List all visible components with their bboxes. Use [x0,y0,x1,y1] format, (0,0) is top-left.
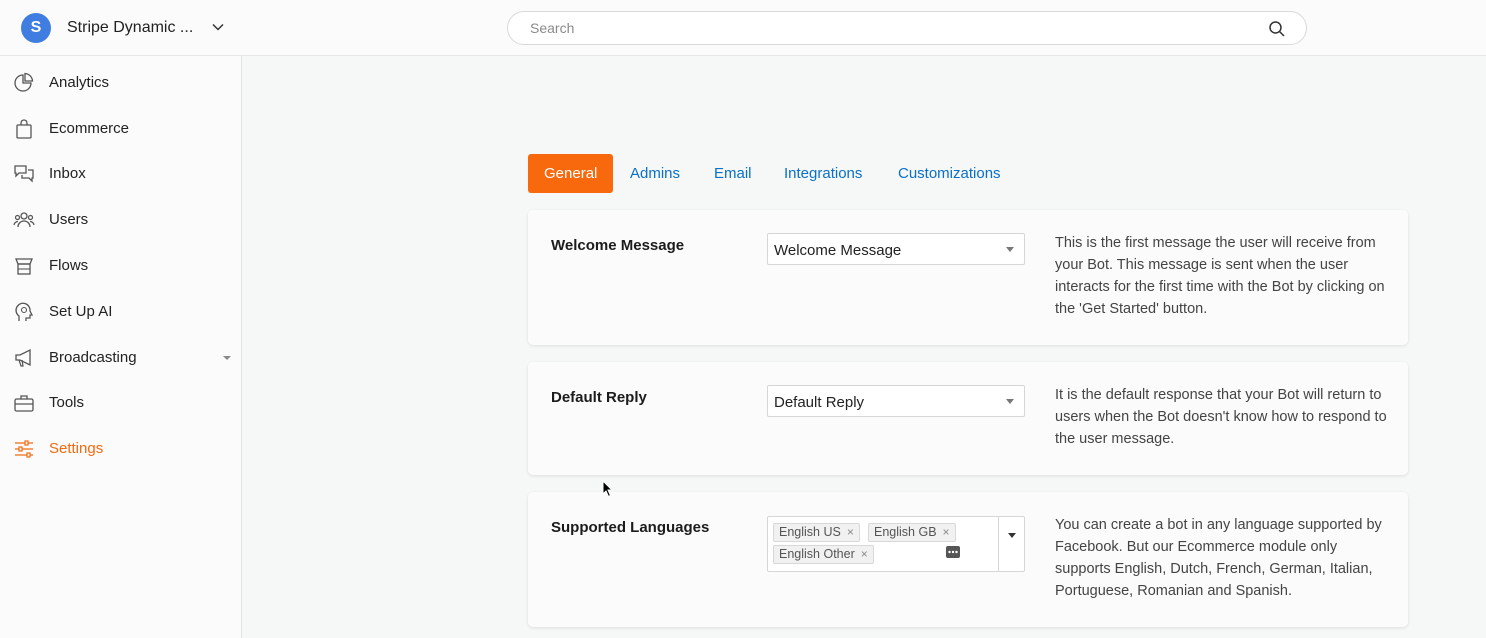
caret-down-icon[interactable] [223,356,231,360]
sidebar-item-inbox[interactable]: Inbox [0,154,241,194]
chip-label: English Other [779,547,855,561]
language-chip: English Other × [773,545,874,564]
users-icon [13,212,35,228]
workspace-avatar[interactable]: S [21,13,51,43]
toolbox-icon [14,395,34,412]
sidebar-item-ecommerce[interactable]: Ecommerce [0,109,241,149]
sidebar-item-settings[interactable]: Settings [0,429,241,469]
caret-down-icon [1006,399,1014,404]
welcome-message-select[interactable]: Welcome Message [767,233,1025,265]
mouse-cursor-icon [602,480,614,498]
chat-bubbles-icon [14,165,34,183]
welcome-message-card: Welcome Message Welcome Message This is … [528,210,1408,345]
megaphone-icon [15,348,31,367]
top-bar: S Stripe Dynamic ... [0,0,1486,56]
card-title: Supported Languages [551,519,710,536]
ai-head-icon [15,302,34,321]
remove-chip-icon[interactable]: × [943,525,950,539]
chip-label: English US [779,525,841,539]
tab-admins[interactable]: Admins [630,154,680,193]
pie-chart-icon [14,72,34,92]
supported-languages-card: Supported Languages English US × English … [528,492,1408,627]
shopping-bag-icon [16,119,32,139]
tab-general[interactable]: General [528,154,614,193]
card-title: Default Reply [551,389,647,406]
sidebar-item-label: Settings [49,440,104,457]
tab-email[interactable]: Email [714,154,752,193]
search-input[interactable] [530,12,1250,44]
sidebar-item-label: Flows [49,257,89,274]
sidebar: Analytics Ecommerce Inbox Users Flows Se… [0,56,242,638]
sidebar-item-label: Set Up AI [49,303,113,320]
search-bar [507,11,1307,45]
chevron-down-icon[interactable] [211,20,225,34]
chip-label: English GB [874,525,937,539]
tab-customizations[interactable]: Customizations [898,154,1001,193]
default-reply-select[interactable]: Default Reply [767,385,1025,417]
sidebar-item-label: Inbox [49,165,86,182]
card-description: This is the first message the user will … [1055,235,1385,317]
sidebar-item-label: Ecommerce [49,120,130,137]
sidebar-item-label: Analytics [49,74,110,91]
default-reply-card: Default Reply Default Reply It is the de… [528,362,1408,475]
tab-integrations[interactable]: Integrations [784,154,862,193]
remove-chip-icon[interactable]: × [861,547,868,561]
sidebar-item-label: Tools [49,394,85,411]
sidebar-item-users[interactable]: Users [0,200,241,240]
sidebar-item-flows[interactable]: Flows [0,246,241,286]
sidebar-item-tools[interactable]: Tools [0,383,241,423]
sidebar-item-broadcasting[interactable]: Broadcasting [0,338,241,378]
divider [998,517,999,571]
language-chip: English US × [773,523,860,542]
remove-chip-icon[interactable]: × [847,525,854,539]
sidebar-item-set-up-ai[interactable]: Set Up AI [0,292,241,332]
caret-down-icon [1006,247,1014,252]
card-title: Welcome Message [551,237,685,254]
sliders-icon [15,440,33,458]
more-options-icon[interactable] [946,546,960,558]
flows-icon [15,258,33,275]
select-value: Welcome Message [774,242,902,259]
workspace-name[interactable]: Stripe Dynamic ... [67,19,193,37]
select-value: Default Reply [774,394,865,411]
sidebar-item-analytics[interactable]: Analytics [0,63,241,103]
sidebar-item-label: Broadcasting [49,349,137,366]
language-chip: English GB × [868,523,956,542]
search-icon[interactable] [1268,20,1286,38]
languages-multiselect[interactable]: English US × English GB × English Other × [767,516,1025,572]
card-description: You can create a bot in any language sup… [1055,517,1382,599]
card-description: It is the default response that your Bot… [1055,387,1387,447]
caret-down-icon[interactable] [1008,533,1016,538]
sidebar-item-label: Users [49,211,89,228]
